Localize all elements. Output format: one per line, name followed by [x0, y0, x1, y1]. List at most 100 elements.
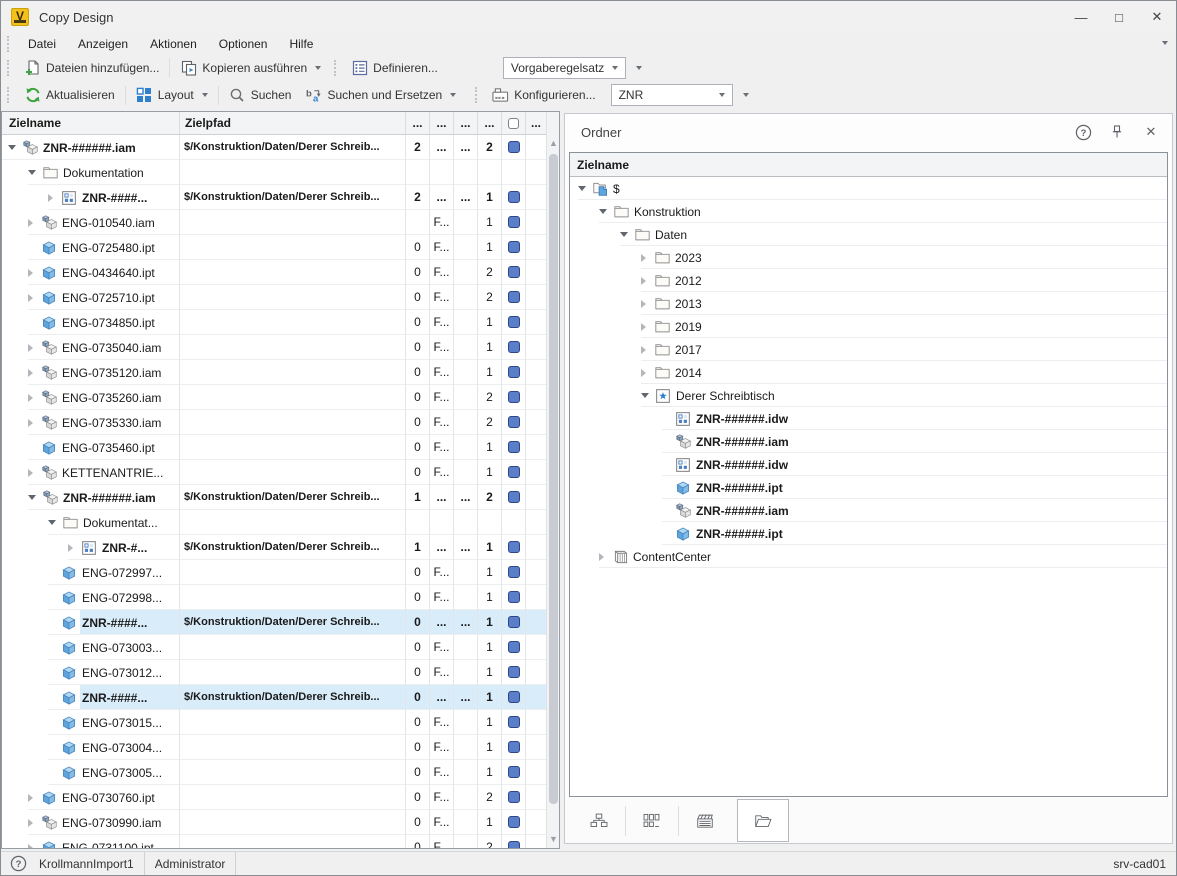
folder-tree-row[interactable]: 2014 [570, 361, 1167, 384]
panel-tab-hierarchy[interactable] [573, 799, 625, 842]
table-row[interactable]: ENG-072998...0F...1 [2, 585, 546, 610]
dropdown-arrow-icon[interactable] [450, 93, 456, 97]
scroll-up-icon[interactable]: ▲ [547, 136, 560, 150]
table-row[interactable]: ZNR-######.iam$/Konstruktion/Daten/Derer… [2, 485, 546, 510]
table-row[interactable]: ZNR-#...$/Konstruktion/Daten/Derer Schre… [2, 535, 546, 560]
state-square-icon[interactable] [508, 616, 520, 628]
minimize-button[interactable]: — [1062, 1, 1100, 33]
menu-hilfe[interactable]: Hilfe [278, 35, 324, 53]
col-zielname[interactable]: Zielname [2, 112, 180, 134]
status-help-icon[interactable]: ? [9, 855, 27, 873]
expanded-arrow-icon[interactable] [8, 145, 16, 150]
state-square-icon[interactable] [508, 266, 520, 278]
col-zielpfad[interactable]: Zielpfad [180, 112, 406, 134]
panel-tab-open-folder[interactable] [737, 799, 789, 842]
table-row[interactable]: ENG-010540.iamF...1 [2, 210, 546, 235]
table-row[interactable]: ENG-0725480.ipt0F...1 [2, 235, 546, 260]
state-square-icon[interactable] [508, 541, 520, 553]
state-square-icon[interactable] [508, 441, 520, 453]
expanded-arrow-icon[interactable] [620, 232, 628, 237]
expanded-arrow-icon[interactable] [28, 170, 36, 175]
collapsed-arrow-icon[interactable] [68, 544, 73, 552]
table-row[interactable]: ENG-072997...0F...1 [2, 560, 546, 585]
collapsed-arrow-icon[interactable] [641, 300, 646, 308]
col-dots-4[interactable]: ... [478, 112, 502, 134]
table-row[interactable]: Dokumentation [2, 160, 546, 185]
state-square-icon[interactable] [508, 216, 520, 228]
folder-tree-row[interactable]: ZNR-######.ipt [570, 522, 1167, 545]
folder-tree-row[interactable]: 2019 [570, 315, 1167, 338]
state-square-icon[interactable] [508, 466, 520, 478]
folder-tree-row[interactable]: $ [570, 177, 1167, 200]
table-row[interactable]: ENG-073005...0F...1 [2, 760, 546, 785]
expanded-arrow-icon[interactable] [48, 520, 56, 525]
expanded-arrow-icon[interactable] [641, 393, 649, 398]
folder-tree-row[interactable]: ZNR-######.iam [570, 430, 1167, 453]
collapsed-arrow-icon[interactable] [28, 794, 33, 802]
state-square-icon[interactable] [508, 291, 520, 303]
table-row[interactable]: ENG-0735330.iam0F...2 [2, 410, 546, 435]
dropdown-arrow-icon[interactable] [202, 93, 208, 97]
state-square-icon[interactable] [508, 191, 520, 203]
collapsed-arrow-icon[interactable] [28, 394, 33, 402]
panel-tab-clapper[interactable] [679, 799, 731, 842]
col-dots-3[interactable]: ... [454, 112, 478, 134]
state-square-icon[interactable] [508, 566, 520, 578]
collapsed-arrow-icon[interactable] [28, 219, 33, 227]
folder-tree-header[interactable]: Zielname [570, 153, 1167, 177]
collapsed-arrow-icon[interactable] [641, 346, 646, 354]
layout-button[interactable]: Layout [129, 83, 215, 107]
collapsed-arrow-icon[interactable] [28, 344, 33, 352]
folder-tree-row[interactable]: 2013 [570, 292, 1167, 315]
search-button[interactable]: Suchen [222, 83, 299, 107]
close-button[interactable]: ✕ [1138, 1, 1176, 33]
state-square-icon[interactable] [508, 666, 520, 678]
state-square-icon[interactable] [508, 791, 520, 803]
state-square-icon[interactable] [508, 766, 520, 778]
state-square-icon[interactable] [508, 491, 520, 503]
run-copy-button[interactable]: Kopieren ausführen [173, 56, 328, 80]
table-row[interactable]: ZNR-####...$/Konstruktion/Daten/Derer Sc… [2, 610, 546, 635]
table-row[interactable]: ENG-0730990.iam0F...1 [2, 810, 546, 835]
col-dots-5[interactable]: ... [526, 112, 546, 134]
help-icon[interactable]: ? [1074, 123, 1092, 141]
toolbar-overflow-icon[interactable] [743, 93, 749, 97]
collapsed-arrow-icon[interactable] [641, 369, 646, 377]
define-button[interactable]: Definieren... [344, 56, 445, 80]
collapsed-arrow-icon[interactable] [28, 269, 33, 277]
col-state[interactable] [502, 112, 526, 134]
collapsed-arrow-icon[interactable] [28, 844, 33, 849]
collapsed-arrow-icon[interactable] [599, 553, 604, 561]
refresh-button[interactable]: Aktualisieren [17, 83, 122, 107]
state-square-icon[interactable] [508, 691, 520, 703]
state-square-icon[interactable] [508, 841, 520, 848]
menu-anzeigen[interactable]: Anzeigen [67, 35, 139, 53]
folder-tree-row[interactable]: ContentCenter [570, 545, 1167, 568]
folder-tree-row[interactable]: ZNR-######.idw [570, 453, 1167, 476]
folder-tree-row[interactable]: Konstruktion [570, 200, 1167, 223]
collapsed-arrow-icon[interactable] [641, 277, 646, 285]
state-square-icon[interactable] [508, 141, 520, 153]
toolbar-overflow-icon[interactable] [636, 66, 642, 70]
table-row[interactable]: ZNR-####...$/Konstruktion/Daten/Derer Sc… [2, 185, 546, 210]
state-square-icon[interactable] [508, 366, 520, 378]
state-square-icon[interactable] [508, 241, 520, 253]
folder-tree-row[interactable]: 2023 [570, 246, 1167, 269]
collapsed-arrow-icon[interactable] [28, 369, 33, 377]
table-row[interactable]: ENG-0735040.iam0F...1 [2, 335, 546, 360]
collapsed-arrow-icon[interactable] [641, 254, 646, 262]
menu-optionen[interactable]: Optionen [208, 35, 279, 53]
table-row[interactable]: ZNR-####...$/Konstruktion/Daten/Derer Sc… [2, 685, 546, 710]
table-row[interactable]: ENG-073015...0F...1 [2, 710, 546, 735]
add-files-button[interactable]: Dateien hinzufügen... [17, 56, 166, 80]
menu-datei[interactable]: Datei [17, 35, 67, 53]
dropdown-arrow-icon[interactable] [315, 66, 321, 70]
table-row[interactable]: ENG-073012...0F...1 [2, 660, 546, 685]
folder-tree-row[interactable]: 2012 [570, 269, 1167, 292]
expanded-arrow-icon[interactable] [599, 209, 607, 214]
folder-tree-row[interactable]: ZNR-######.idw [570, 407, 1167, 430]
table-row[interactable]: ENG-0731100.ipt0F...2 [2, 835, 546, 848]
table-row[interactable]: ENG-0434640.ipt0F...2 [2, 260, 546, 285]
checkbox-outline-icon[interactable] [508, 118, 519, 129]
state-square-icon[interactable] [508, 741, 520, 753]
